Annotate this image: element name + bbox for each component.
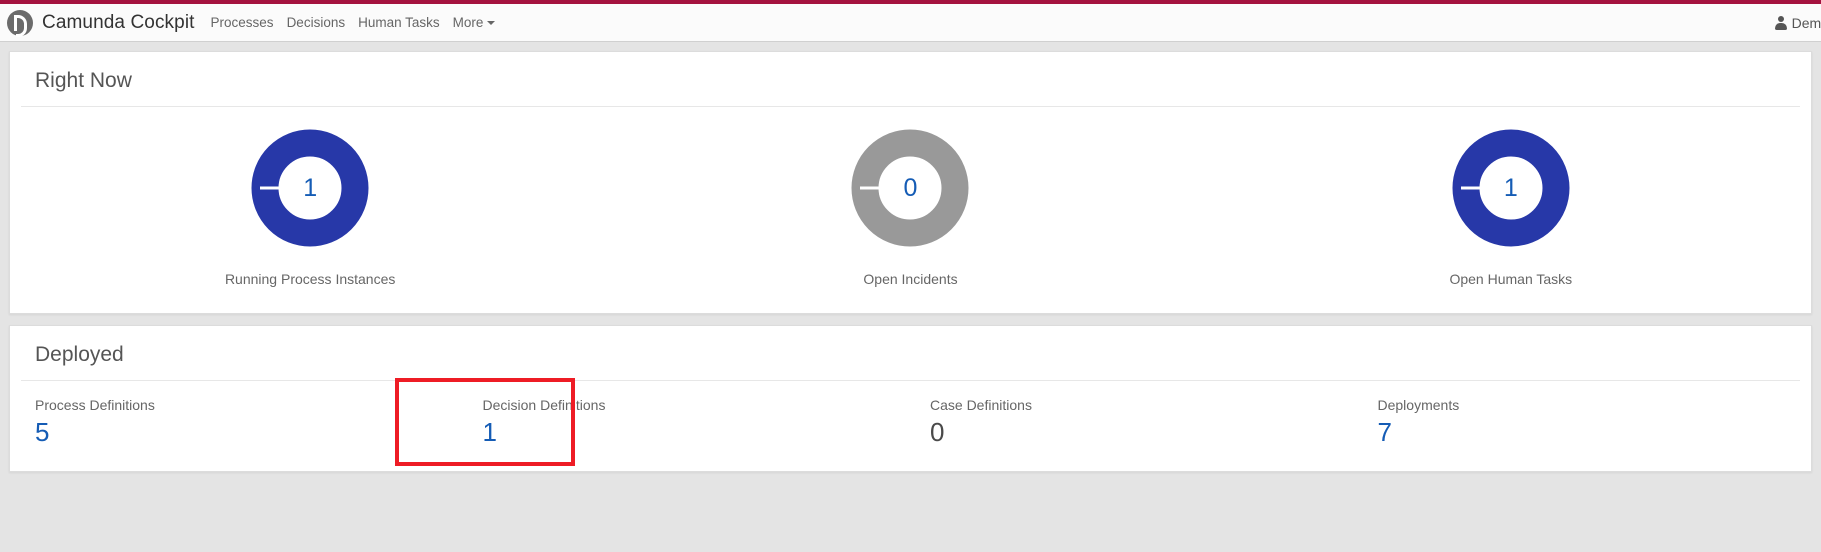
- right-now-title: Right Now: [21, 52, 1800, 107]
- donut-value-open-human-tasks: 1: [1503, 173, 1518, 202]
- stat-label-case-definitions: Case Definitions: [930, 397, 1032, 413]
- primary-nav: Processes Decisions Human Tasks More: [211, 15, 496, 30]
- metric-open-incidents[interactable]: 0 Open Incidents: [610, 129, 1210, 287]
- caret-down-icon: [487, 20, 496, 25]
- metric-donut-row: 1 Running Process Instances 0 Open Incid…: [10, 107, 1811, 313]
- donut-chart-open-human-tasks: 1: [1452, 129, 1570, 247]
- nav-item-human-tasks[interactable]: Human Tasks: [358, 15, 440, 30]
- stat-label-decision-definitions: Decision Definitions: [482, 397, 606, 413]
- camunda-logo-icon: [7, 9, 33, 37]
- deployed-stats-row: Process Definitions 5 Decision Definitio…: [10, 381, 1811, 471]
- metric-open-human-tasks[interactable]: 1 Open Human Tasks: [1211, 129, 1811, 287]
- donut-label-running-process-instances: Running Process Instances: [224, 271, 396, 287]
- nav-item-more[interactable]: More: [453, 15, 496, 30]
- stat-process-definitions: Process Definitions 5: [10, 381, 469, 447]
- nav-item-decisions[interactable]: Decisions: [287, 15, 346, 30]
- user-menu[interactable]: Demo: [1774, 4, 1821, 41]
- stat-deployments: Deployments 7: [1364, 381, 1812, 447]
- donut-label-open-incidents: Open Incidents: [863, 271, 958, 287]
- metric-running-process-instances[interactable]: 1 Running Process Instances: [10, 129, 610, 287]
- user-icon: [1774, 15, 1787, 30]
- navbar: Camunda Cockpit Processes Decisions Huma…: [0, 4, 1821, 42]
- stat-case-definitions: Case Definitions 0: [916, 381, 1364, 447]
- nav-item-more-label: More: [452, 15, 484, 30]
- stat-value-deployments[interactable]: 7: [1378, 418, 1798, 447]
- donut-chart-running-process-instances: 1: [251, 129, 369, 247]
- right-now-card: Right Now 1 Running Process Instances 0 …: [9, 51, 1812, 314]
- brand[interactable]: Camunda Cockpit: [7, 9, 195, 37]
- stat-value-case-definitions: 0: [930, 417, 945, 447]
- deployed-card: Deployed Process Definitions 5 Decision …: [9, 325, 1812, 472]
- stat-label-process-definitions: Process Definitions: [35, 397, 155, 413]
- donut-chart-open-incidents: 0: [851, 129, 969, 247]
- user-name: Demo: [1791, 14, 1821, 31]
- stat-value-decision-definitions[interactable]: 1: [483, 418, 903, 447]
- donut-value-open-incidents: 0: [903, 173, 918, 202]
- stat-label-deployments: Deployments: [1377, 397, 1460, 413]
- donut-label-open-human-tasks: Open Human Tasks: [1449, 271, 1573, 287]
- donut-value-running-process-instances: 1: [303, 173, 318, 202]
- app-title: Camunda Cockpit: [42, 11, 195, 33]
- nav-item-processes[interactable]: Processes: [211, 15, 274, 30]
- deployed-title: Deployed: [21, 326, 1800, 381]
- stat-decision-definitions: Decision Definitions 1: [469, 381, 917, 447]
- stat-value-process-definitions[interactable]: 5: [35, 418, 455, 447]
- page-content: Right Now 1 Running Process Instances 0 …: [0, 42, 1821, 472]
